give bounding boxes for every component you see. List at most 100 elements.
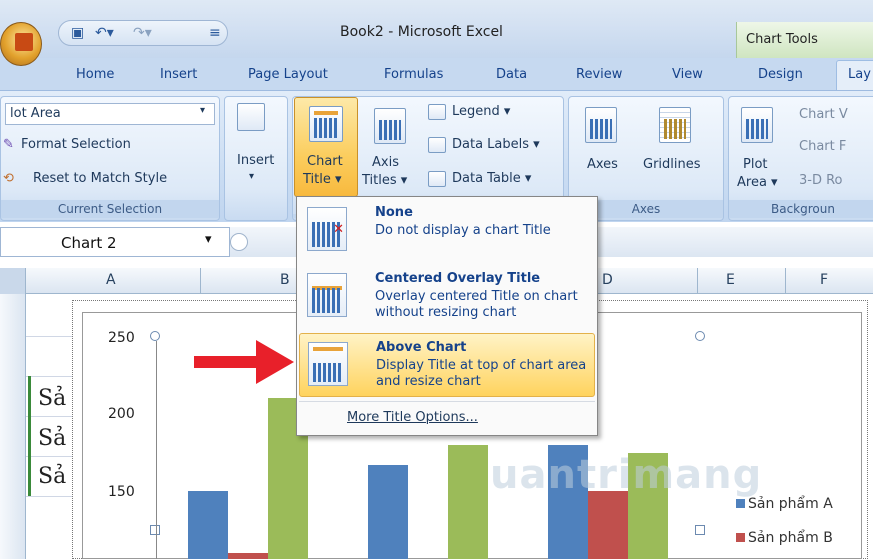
save-icon[interactable]: ▣ [71, 25, 84, 41]
chart-bar[interactable] [588, 491, 628, 559]
axis-titles-button[interactable]: Axis [372, 155, 399, 170]
above-chart-title-icon [308, 342, 348, 386]
legend-entry[interactable]: Sản phẩm B [736, 530, 833, 546]
select-all-corner[interactable] [0, 268, 26, 294]
plot-area-label-2: Area ▾ [737, 175, 778, 190]
tab-view[interactable]: View [672, 67, 703, 82]
office-button[interactable] [0, 22, 42, 66]
plot-area-icon [741, 107, 773, 143]
plot-area-handle[interactable] [695, 525, 705, 535]
format-selection-icon: ✎ [3, 137, 14, 152]
legend-label: Sản phẩm B [748, 530, 833, 546]
tab-data[interactable]: Data [496, 67, 527, 82]
menu-item-description: Do not display a chart Title [375, 223, 551, 238]
reset-to-match-style-button[interactable]: Reset to Match Style [33, 171, 167, 186]
chart-title-label-2: Title ▾ [303, 172, 342, 187]
watermark: uantrimang [490, 452, 763, 498]
menu-item-above-chart[interactable]: Above Chart Display Title at top of char… [299, 333, 595, 397]
chart-bar[interactable] [448, 445, 488, 559]
customize-qat-icon[interactable]: ≡ [209, 25, 221, 41]
menu-item-title: None [375, 205, 413, 220]
tab-review[interactable]: Review [576, 67, 622, 82]
cell-a5[interactable]: Sả [38, 426, 66, 451]
more-title-options[interactable]: More Title Options... [299, 401, 595, 433]
group-label-background: Backgroun [729, 200, 873, 218]
office-logo-icon [15, 33, 33, 51]
y-tick-label: 200 [108, 406, 135, 422]
y-tick-label: 150 [108, 484, 135, 500]
chevron-down-icon: ▾ [200, 105, 206, 116]
legend-button[interactable]: Legend ▾ [452, 104, 510, 119]
menu-item-description: Overlay centered Title on chart without … [375, 289, 578, 320]
tab-insert[interactable]: Insert [160, 67, 197, 82]
legend-label: Sản phẩm A [748, 496, 833, 512]
y-tick-label: 250 [108, 330, 135, 346]
chevron-down-icon: ▾ [249, 171, 255, 182]
data-table-icon [428, 171, 446, 187]
chart-title-button[interactable]: Chart Title ▾ [294, 97, 358, 197]
3d-rotation-button[interactable]: 3-D Ro [799, 173, 843, 188]
group-current-selection: lot Area ▾ ✎ Format Selection ⟲ Reset to… [0, 96, 220, 221]
chart-bar[interactable] [228, 553, 268, 559]
chart-floor-button[interactable]: Chart F [799, 139, 846, 154]
column-divider [785, 268, 786, 294]
column-header-b[interactable]: B [280, 272, 290, 288]
plot-area-handle[interactable] [150, 331, 160, 341]
overlay-title-icon [307, 273, 347, 317]
undo-icon[interactable]: ↶▾ [95, 25, 114, 41]
group-label-current-selection: Current Selection [1, 200, 219, 218]
column-header-f[interactable]: F [820, 272, 828, 288]
cell-a6[interactable]: Sả [38, 464, 66, 489]
column-header-a[interactable]: A [106, 272, 116, 288]
gridlines-button[interactable]: Gridlines [643, 157, 701, 172]
red-arrow-icon [194, 340, 294, 384]
format-selection-button[interactable]: Format Selection [21, 137, 131, 152]
gridlines-icon [659, 107, 691, 143]
window-title: Book2 - Microsoft Excel [340, 24, 503, 40]
axis-titles-label-2: Titles ▾ [362, 173, 408, 188]
plot-area-handle[interactable] [150, 525, 160, 535]
chart-wall-button[interactable]: Chart V [799, 107, 848, 122]
plot-area-handle[interactable] [695, 331, 705, 341]
legend-swatch [736, 533, 745, 542]
chart-bar[interactable] [368, 465, 408, 559]
name-box[interactable]: Chart 2 ▾ [0, 227, 230, 257]
chart-bar[interactable] [188, 491, 228, 559]
column-header-d[interactable]: D [602, 272, 613, 288]
chart-title-icon [309, 106, 343, 142]
name-box-value: Chart 2 [61, 234, 117, 252]
data-table-button[interactable]: Data Table ▾ [452, 171, 531, 186]
group-background: Plot Area ▾ Chart V Chart F 3-D Ro Backg… [728, 96, 873, 221]
plot-area-button[interactable]: Plot [743, 157, 768, 172]
chart-element-dropdown[interactable]: lot Area ▾ [5, 103, 215, 125]
axes-icon [585, 107, 617, 143]
group-insert: Insert ▾ [224, 96, 288, 221]
quick-access-toolbar: ▣ ↶▾ ↷▾ ≡ [58, 20, 228, 46]
cell-a4[interactable]: Sả [38, 386, 66, 411]
no-title-icon: ✕ [307, 207, 347, 251]
chevron-down-icon: ▾ [205, 232, 212, 247]
menu-item-title: Centered Overlay Title [375, 271, 541, 286]
data-labels-button[interactable]: Data Labels ▾ [452, 137, 540, 152]
tab-design[interactable]: Design [758, 67, 803, 82]
chart-title-menu: ✕ None Do not display a chart Title Cent… [296, 196, 598, 436]
legend-swatch [736, 499, 745, 508]
menu-item-none[interactable]: ✕ None Do not display a chart Title [299, 199, 595, 263]
tab-layout[interactable]: Lay [848, 67, 871, 82]
tab-home[interactable]: Home [76, 67, 114, 82]
column-divider [200, 268, 201, 294]
menu-item-centered-overlay[interactable]: Centered Overlay Title Overlay centered … [299, 265, 595, 329]
chart-element-value: lot Area [10, 106, 61, 121]
tab-page-layout[interactable]: Page Layout [248, 67, 328, 82]
reset-style-icon: ⟲ [3, 171, 14, 186]
axis-titles-icon [374, 108, 406, 144]
menu-item-title: Above Chart [376, 340, 467, 355]
insert-button[interactable]: Insert [237, 153, 274, 168]
data-labels-icon [428, 137, 446, 153]
range-highlight [28, 376, 31, 496]
redo-icon[interactable]: ↷▾ [133, 25, 152, 41]
column-header-e[interactable]: E [726, 272, 735, 288]
legend-entry[interactable]: Sản phẩm A [736, 496, 833, 512]
axes-button[interactable]: Axes [587, 157, 618, 172]
tab-formulas[interactable]: Formulas [384, 67, 443, 82]
